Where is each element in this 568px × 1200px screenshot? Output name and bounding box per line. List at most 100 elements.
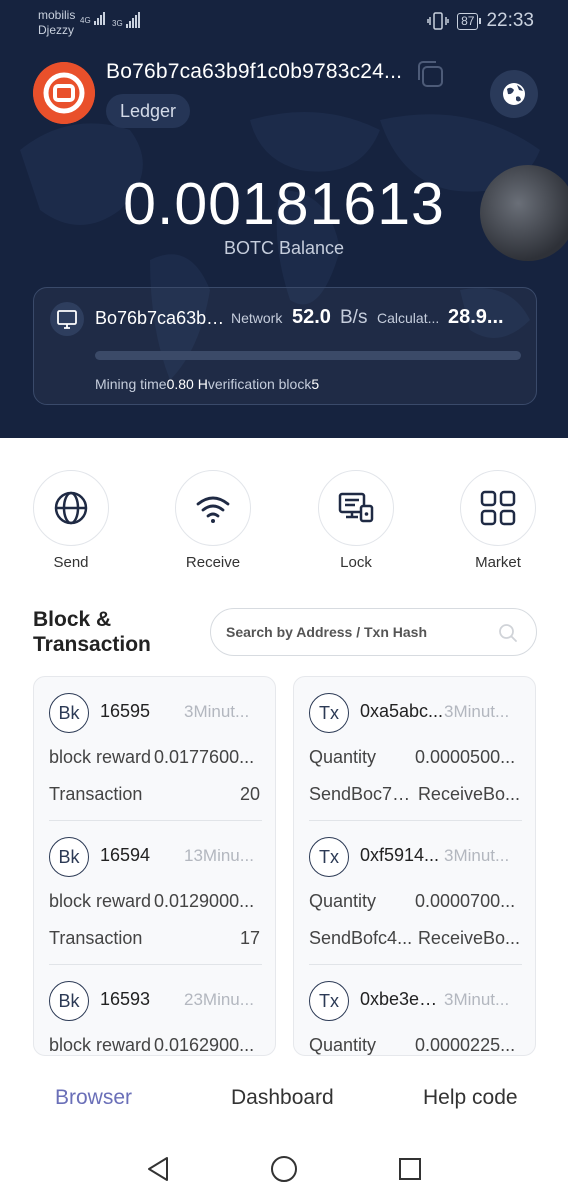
- transaction-item[interactable]: Tx 0xbe3e3... 3Minut... Quantity 0.00002…: [294, 965, 535, 1055]
- system-nav-bar: [0, 1138, 568, 1200]
- balance-label: BOTC Balance: [223, 238, 345, 258]
- reward-value: 0.0129000...: [154, 891, 255, 911]
- calculation-label: Calculat...: [377, 310, 440, 326]
- mining-time-value: 0.80 H: [166, 376, 208, 392]
- lock-label: Lock: [340, 554, 372, 571]
- wifi-icon: [196, 496, 230, 523]
- receiver-address: ReceiveBo...: [417, 784, 520, 804]
- block-height: 16595: [100, 701, 151, 721]
- tx-hash: 0xa5abc...: [360, 701, 444, 721]
- block-item[interactable]: Bk 16593 23Minu... block reward 0.016290…: [34, 965, 275, 1055]
- carrier-1: mobilis: [38, 8, 76, 22]
- send-label: Send: [53, 554, 89, 571]
- block-height: 16594: [100, 845, 151, 865]
- reward-label: block reward: [49, 747, 152, 767]
- carrier-2: Djezzy: [38, 23, 75, 37]
- quantity-label: Quantity: [309, 1035, 377, 1055]
- tab-dashboard[interactable]: Dashboard: [231, 1086, 334, 1110]
- section-title-line1: Block &: [33, 608, 112, 631]
- receive-circle[interactable]: [175, 470, 251, 546]
- grid-icon: [480, 490, 516, 526]
- search-icon[interactable]: [498, 623, 518, 643]
- receive-label: Receive: [185, 554, 241, 571]
- signal-icon: 3G: [112, 12, 140, 28]
- verification-label: verification block: [207, 376, 312, 392]
- mining-progress-bar: [95, 351, 521, 360]
- receiver-address: ReceiveBo...: [417, 928, 520, 948]
- market-label: Market: [475, 554, 521, 571]
- network-type-2: 3G: [112, 19, 123, 28]
- back-icon[interactable]: [143, 1154, 173, 1184]
- wallet-address: Bo76b7ca63b9f1c0b9783c24...: [106, 60, 403, 83]
- block-item[interactable]: Bk 16595 3Minut... block reward 0.017760…: [34, 677, 275, 821]
- transaction-item[interactable]: Tx 0xf5914... 3Minut... Quantity 0.00007…: [294, 821, 535, 965]
- block-time: 23Minu...: [184, 990, 254, 1009]
- send-button[interactable]: Send: [33, 470, 109, 571]
- transaction-label: Transaction: [49, 784, 143, 804]
- tx-time: 3Minut...: [444, 702, 510, 721]
- market-circle[interactable]: [460, 470, 536, 546]
- tab-browser[interactable]: Browser: [55, 1086, 132, 1110]
- transaction-item[interactable]: Tx 0xa5abc... 3Minut... Quantity 0.00005…: [294, 677, 535, 821]
- network-type-1: 4G: [80, 16, 91, 25]
- lock-button[interactable]: Lock: [318, 470, 394, 571]
- send-circle[interactable]: [33, 470, 109, 546]
- reward-label: block reward: [49, 891, 152, 911]
- tx-time: 3Minut...: [444, 846, 510, 865]
- block-height: 16593: [100, 989, 151, 1009]
- quantity-value: 0.0000225...: [415, 1035, 516, 1055]
- transaction-count: 20: [239, 784, 260, 804]
- reward-label: block reward: [49, 1035, 152, 1055]
- transactions-panel: Tx 0xa5abc... 3Minut... Quantity 0.00005…: [293, 676, 536, 1056]
- tx-time: 3Minut...: [444, 990, 510, 1009]
- tx-badge: Tx: [309, 837, 349, 877]
- mining-card[interactable]: Bo76b7ca63b9... Network 52.0 B/s Calcula…: [33, 287, 537, 405]
- network-speed-value: 52.0: [292, 306, 331, 328]
- block-badge: Bk: [49, 981, 89, 1021]
- receive-button[interactable]: Receive: [175, 470, 251, 571]
- copy-icon[interactable]: [414, 58, 446, 90]
- reward-value: 0.0162900...: [154, 1035, 255, 1055]
- block-item[interactable]: Bk 16594 13Minu... block reward 0.012900…: [34, 821, 275, 965]
- mining-time-label: Mining time: [95, 376, 167, 392]
- quantity-value: 0.0000500...: [415, 747, 516, 767]
- home-icon[interactable]: [269, 1154, 299, 1184]
- floating-avatar[interactable]: [480, 165, 568, 261]
- wallet-type-badge[interactable]: Ledger: [106, 94, 191, 128]
- sender-address: SendBofc4...: [309, 928, 413, 948]
- recents-icon[interactable]: [395, 1154, 425, 1184]
- section-title: Block & Transaction: [33, 607, 151, 657]
- market-button[interactable]: Market: [460, 470, 536, 571]
- network-switch-button[interactable]: [490, 70, 538, 118]
- earth-icon: [503, 83, 525, 105]
- carrier-names: mobilis Djezzy: [38, 8, 75, 38]
- network-label: Network: [231, 310, 283, 326]
- mining-address: Bo76b7ca63b9...: [95, 308, 231, 328]
- transaction-label: Transaction: [49, 928, 143, 948]
- block-time: 13Minu...: [184, 846, 254, 865]
- wallet-header: mobilis Djezzy 4G 3G 87 22:33 Bo76b7ca63…: [0, 0, 568, 438]
- search-input[interactable]: [226, 621, 496, 643]
- status-bar: mobilis Djezzy 4G 3G 87 22:33: [0, 0, 568, 44]
- tx-badge: Tx: [309, 693, 349, 733]
- bottom-tab-bar: Browser Dashboard Help code: [0, 1060, 568, 1138]
- clock: 22:33: [486, 10, 534, 31]
- verification-value: 5: [311, 376, 320, 392]
- quantity-value: 0.0000700...: [415, 891, 516, 911]
- lock-circle[interactable]: [318, 470, 394, 546]
- block-time: 3Minut...: [184, 702, 250, 721]
- search-box[interactable]: [210, 608, 537, 656]
- signal-icon: 4G: [80, 12, 105, 25]
- reward-value: 0.0177600...: [154, 747, 255, 767]
- globe-icon: [54, 491, 88, 525]
- block-badge: Bk: [49, 837, 89, 877]
- app-logo: [33, 62, 95, 124]
- battery-icon: 87: [457, 12, 482, 30]
- tx-hash: 0xf5914...: [360, 845, 440, 865]
- quantity-label: Quantity: [309, 891, 377, 911]
- calculation-value: 28.9...: [448, 306, 504, 328]
- transaction-count: 17: [239, 928, 260, 948]
- block-badge: Bk: [49, 693, 89, 733]
- tab-help-code[interactable]: Help code: [423, 1086, 518, 1110]
- lock-monitor-icon: [338, 492, 374, 523]
